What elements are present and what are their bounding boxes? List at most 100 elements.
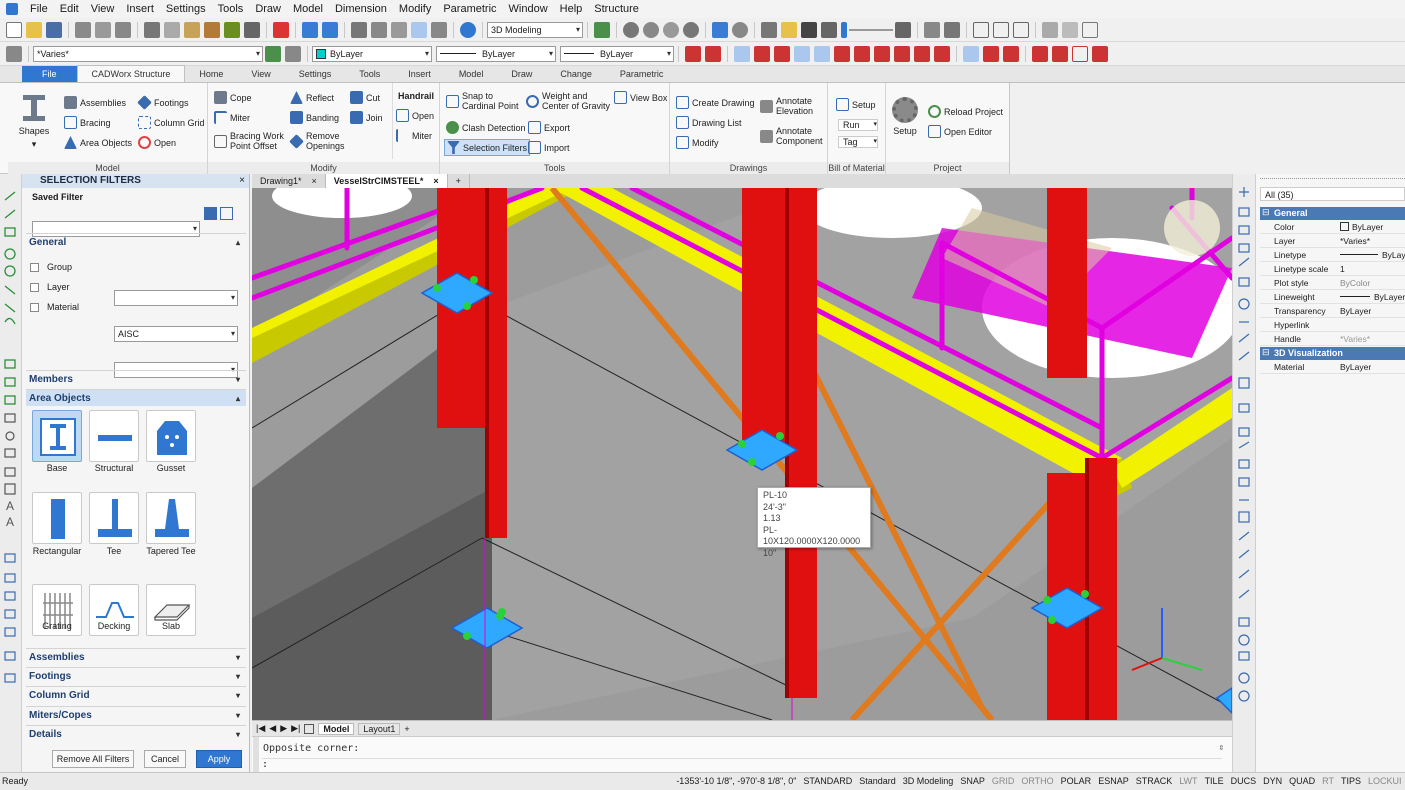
add-layout-icon[interactable]: + [404, 724, 409, 734]
status-tile-toggle[interactable]: TILE [1201, 773, 1227, 790]
status-tips-toggle[interactable]: TIPS [1337, 773, 1364, 790]
base-tile[interactable] [32, 410, 82, 462]
command-input[interactable]: : [262, 758, 1222, 772]
rectangular-tile[interactable] [32, 492, 82, 544]
model-viewport[interactable] [252, 188, 1232, 720]
markup-icon[interactable] [431, 21, 447, 38]
zoom-previous-icon[interactable] [683, 21, 699, 38]
save-as-filter-icon[interactable] [220, 207, 233, 220]
brush-icon[interactable] [224, 21, 240, 38]
menu-file[interactable]: File [24, 0, 54, 18]
group-checkbox[interactable] [30, 262, 39, 272]
status-ortho-toggle[interactable]: ORTHO [1018, 773, 1057, 790]
bom-run-button[interactable]: Run ▾ [838, 119, 878, 131]
snap-endpoint-icon[interactable] [685, 45, 701, 62]
layer-checkbox[interactable] [30, 282, 39, 292]
snap-settings-icon[interactable] [1052, 45, 1068, 62]
print-icon[interactable] [75, 21, 91, 38]
snap-intersection-icon[interactable] [734, 45, 750, 62]
next-layout-icon[interactable]: ▶ [280, 723, 287, 734]
snap-midpoint-icon[interactable] [705, 45, 721, 62]
export-button[interactable]: Export [528, 121, 570, 134]
menu-parametric[interactable]: Parametric [437, 0, 502, 18]
paste-icon[interactable] [184, 21, 200, 38]
command-line-grip[interactable] [253, 737, 259, 773]
cut-icon[interactable] [144, 21, 160, 38]
prop-transparency-row[interactable]: Transparency ByLayer [1260, 304, 1405, 318]
collapse-icon[interactable]: ⊟ [1262, 347, 1270, 358]
sheet-set-icon[interactable] [411, 21, 427, 38]
layer-properties-icon[interactable] [6, 45, 22, 62]
bracing-button[interactable]: Bracing [64, 116, 111, 129]
status-dyn-toggle[interactable]: DYN [1260, 773, 1286, 790]
snap-clear-icon[interactable] [1032, 45, 1048, 62]
zoom-window-icon[interactable] [643, 21, 659, 38]
last-layout-icon[interactable]: ▶| [291, 723, 300, 734]
assemblies-button[interactable]: Assemblies [64, 96, 126, 109]
color-select[interactable]: ByLayer ▾ [312, 45, 432, 62]
reload-project-button[interactable]: Reload Project [928, 105, 1003, 118]
prop-material-row[interactable]: Material ByLayer [1260, 360, 1405, 374]
slider-icon[interactable] [841, 21, 847, 38]
status-grid-toggle[interactable]: GRID [988, 773, 1018, 790]
snap-insert-icon[interactable] [914, 45, 930, 62]
snap-temp-icon[interactable] [1003, 45, 1019, 62]
grid-layout-icon[interactable] [1013, 21, 1029, 38]
layout-viewport-icon[interactable] [973, 21, 989, 38]
clash-detection-button[interactable]: Clash Detection [446, 121, 526, 134]
tab-insert[interactable]: Insert [394, 66, 445, 82]
zoom-slider[interactable] [849, 28, 893, 31]
status-quad-toggle[interactable]: QUAD [1286, 773, 1319, 790]
cope-button[interactable]: Cope [214, 91, 252, 104]
details-section-header[interactable]: Details ▾ [26, 725, 246, 742]
assemblies-section-header[interactable]: Assemblies ▾ [26, 648, 246, 665]
gusset-tile[interactable] [146, 410, 196, 462]
selection-filters-button[interactable]: Selection Filters [444, 139, 531, 156]
join-button[interactable]: Join [350, 111, 383, 124]
menu-settings[interactable]: Settings [160, 0, 212, 18]
material-checkbox[interactable] [30, 302, 39, 312]
footings-button[interactable]: Footings [137, 95, 189, 110]
selection-count-select[interactable]: All (35) [1260, 187, 1405, 201]
tab-layout1[interactable]: Layout1 [358, 722, 401, 735]
snap-perpendicular-icon[interactable] [834, 45, 850, 62]
annotate-elevation-button[interactable]: Annotate Elevation [760, 96, 820, 116]
save-filter-icon[interactable] [204, 207, 217, 220]
redo-icon[interactable] [322, 21, 338, 38]
general-section-header[interactable]: General ▴ [26, 233, 246, 250]
shapes-button[interactable]: Shapes ▾ [14, 93, 54, 149]
snap-off-icon[interactable] [983, 45, 999, 62]
tool-palette-icon[interactable] [391, 21, 407, 38]
column-grid-button[interactable]: Column Grid [138, 116, 205, 129]
annotate-component-button[interactable]: Annotate Component [760, 126, 824, 146]
tab-draw[interactable]: Draw [497, 66, 546, 82]
block-icon[interactable] [244, 21, 260, 38]
tab-model-space[interactable]: Model [318, 722, 355, 735]
bracing-work-point-offset-button[interactable]: Bracing Work Point Offset [214, 131, 290, 151]
prop-linetype-row[interactable]: Linetype ByLayer [1260, 248, 1405, 262]
scroll-icon[interactable]: ⇳ [1219, 743, 1224, 753]
palette-grip[interactable] [1260, 178, 1405, 184]
menu-modify[interactable]: Modify [393, 0, 437, 18]
drawings-modify-button[interactable]: Modify [676, 136, 719, 149]
prop-plot-style-row[interactable]: Plot style ByColor [1260, 276, 1405, 290]
snap-tangent-icon[interactable] [874, 45, 890, 62]
collapse-icon[interactable]: ⊟ [1262, 207, 1270, 218]
render-icon[interactable] [821, 21, 837, 38]
snap-parallel-icon[interactable] [854, 45, 870, 62]
tab-parametric[interactable]: Parametric [606, 66, 678, 82]
shade-icon[interactable] [1042, 21, 1058, 38]
layer-previous-icon[interactable] [285, 45, 301, 62]
area-objects-section-header[interactable]: Area Objects ▴ [26, 389, 246, 406]
tapered-tee-tile[interactable] [146, 492, 196, 544]
camera-icon[interactable] [801, 21, 817, 38]
visual-style-icon[interactable] [944, 21, 960, 38]
print-preview-icon[interactable] [95, 21, 111, 38]
menu-dimension[interactable]: Dimension [329, 0, 393, 18]
view-icon[interactable] [761, 21, 777, 38]
tab-change[interactable]: Change [546, 66, 606, 82]
snap-none-icon[interactable] [963, 45, 979, 62]
cancel-button[interactable]: Cancel [144, 750, 186, 768]
footings-section-header[interactable]: Footings ▾ [26, 667, 246, 684]
close-icon[interactable] [273, 21, 289, 38]
